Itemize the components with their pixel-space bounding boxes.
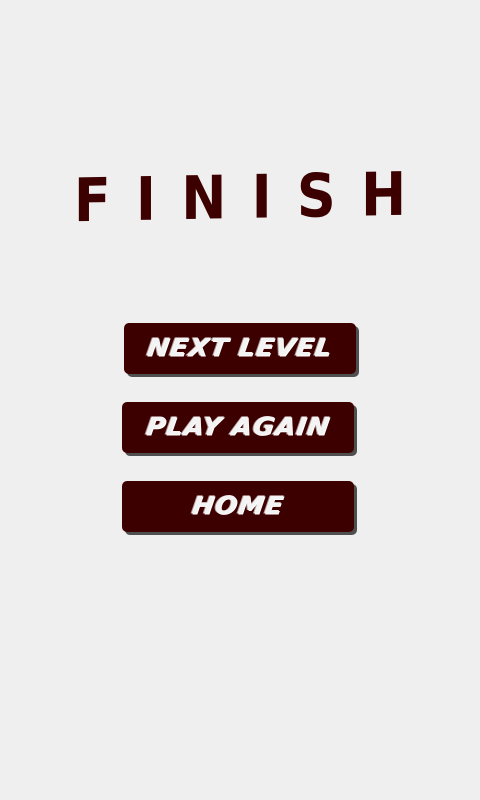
- play-again-label: PLAY AGAIN: [144, 412, 332, 442]
- home-button[interactable]: HOME: [122, 481, 354, 532]
- next-level-button[interactable]: NEXT LEVEL: [124, 323, 356, 374]
- home-label: HOME: [190, 491, 286, 521]
- next-level-label: NEXT LEVEL: [145, 333, 335, 363]
- finish-title: FINISH: [73, 159, 432, 237]
- play-again-button[interactable]: PLAY AGAIN: [122, 402, 354, 453]
